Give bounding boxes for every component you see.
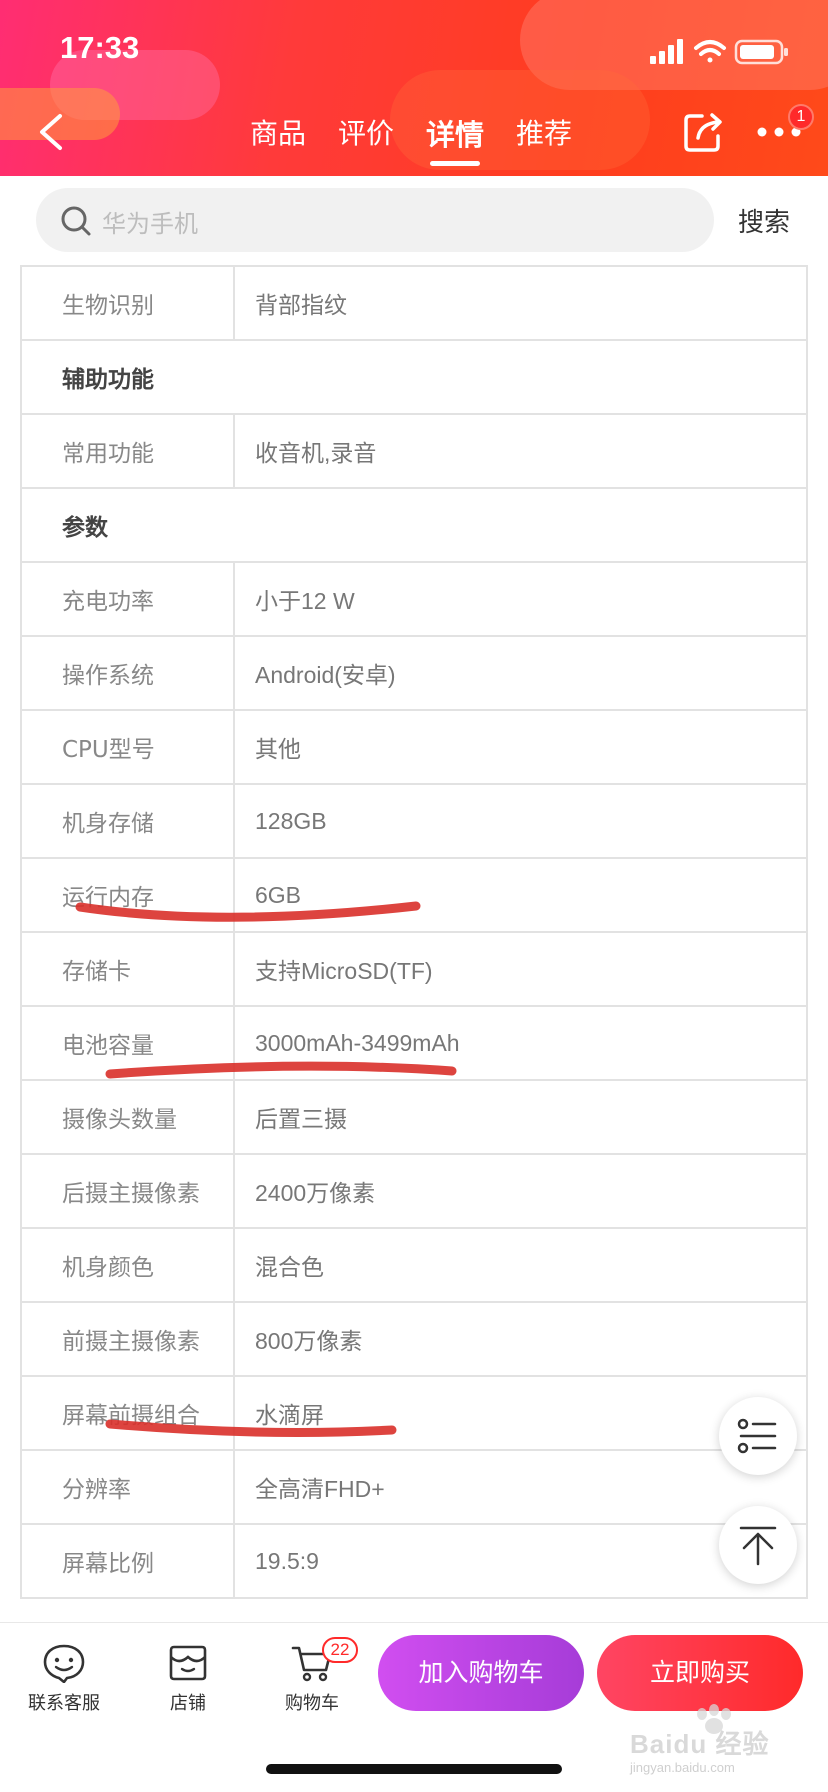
more-badge: 1 bbox=[788, 104, 814, 130]
section-header: 参数 bbox=[22, 489, 806, 563]
catalog-button[interactable] bbox=[719, 1397, 797, 1475]
spec-label: 屏幕比例 bbox=[22, 1525, 235, 1597]
status-time: 17:33 bbox=[60, 30, 140, 65]
spec-label: 运行内存 bbox=[22, 859, 235, 931]
spec-label: 常用功能 bbox=[22, 415, 235, 487]
spec-value: 6GB bbox=[255, 881, 302, 908]
spec-row: 生物识别 背部指纹 bbox=[22, 267, 806, 341]
section-header: 辅助功能 bbox=[22, 341, 806, 415]
search-button[interactable]: 搜索 bbox=[738, 202, 790, 239]
spec-label: 机身存储 bbox=[22, 785, 235, 857]
home-indicator bbox=[266, 1764, 562, 1774]
tab-recommend[interactable]: 推荐 bbox=[516, 112, 572, 164]
spec-value: 背部指纹 bbox=[255, 292, 347, 318]
spec-row: CPU型号 其他 bbox=[22, 711, 806, 785]
spec-value: 小于12 W bbox=[255, 588, 355, 614]
spec-value: 混合色 bbox=[255, 1254, 324, 1280]
add-to-cart-button[interactable]: 加入购物车 bbox=[378, 1635, 584, 1711]
tab-details[interactable]: 详情 bbox=[426, 112, 484, 166]
top-header: 17:33 商品 评价 详情 推荐 1 bbox=[0, 0, 828, 176]
tab-reviews[interactable]: 评价 bbox=[338, 112, 394, 164]
cart-count-badge: 22 bbox=[322, 1637, 358, 1663]
search-input[interactable]: 华为手机 bbox=[36, 188, 714, 252]
spec-value: Android(安卓) bbox=[255, 662, 396, 688]
spec-row: 后摄主摄像素 2400万像素 bbox=[22, 1155, 806, 1229]
spec-row: 操作系统 Android(安卓) bbox=[22, 637, 806, 711]
store-icon bbox=[169, 1645, 207, 1681]
spec-row: 充电功率 小于12 W bbox=[22, 563, 806, 637]
watermark-url: jingyan.baidu.com bbox=[630, 1760, 735, 1775]
share-button[interactable] bbox=[682, 110, 726, 154]
spec-row: 运行内存 6GB bbox=[22, 859, 806, 933]
cart-label: 购物车 bbox=[285, 1693, 339, 1714]
customer-service-label: 联系客服 bbox=[28, 1693, 100, 1714]
back-to-top-button[interactable] bbox=[719, 1506, 797, 1584]
spec-value: 其他 bbox=[255, 736, 301, 762]
store-label: 店铺 bbox=[170, 1693, 206, 1714]
spec-label: 屏幕前摄组合 bbox=[22, 1377, 235, 1449]
chat-bubble-icon bbox=[43, 1644, 85, 1683]
wifi-icon bbox=[694, 40, 726, 63]
spec-row: 常用功能 收音机,录音 bbox=[22, 415, 806, 489]
spec-row: 电池容量 3000mAh-3499mAh bbox=[22, 1007, 806, 1081]
spec-row: 屏幕前摄组合 水滴屏 bbox=[22, 1377, 806, 1451]
store-button[interactable]: 店铺 bbox=[128, 1643, 248, 1715]
customer-service-button[interactable]: 联系客服 bbox=[4, 1643, 124, 1715]
watermark-text: Baidu 经验 bbox=[630, 1729, 770, 1759]
spec-label: 电池容量 bbox=[22, 1007, 235, 1079]
buy-now-button[interactable]: 立即购买 bbox=[597, 1635, 803, 1711]
search-placeholder: 华为手机 bbox=[102, 210, 198, 238]
spec-label: 后摄主摄像素 bbox=[22, 1155, 235, 1227]
cellular-signal-icon bbox=[650, 39, 683, 64]
arrow-up-icon bbox=[739, 1526, 777, 1566]
spec-label: 操作系统 bbox=[22, 637, 235, 709]
spec-value: 800万像素 bbox=[255, 1328, 363, 1354]
spec-row: 机身存储 128GB bbox=[22, 785, 806, 859]
share-icon bbox=[684, 113, 722, 152]
status-icons bbox=[648, 36, 798, 66]
cart-button[interactable]: 22 购物车 bbox=[252, 1637, 372, 1715]
spec-label: 摄像头数量 bbox=[22, 1081, 235, 1153]
spec-table: 生物识别 背部指纹 辅助功能 常用功能 收音机,录音 参数 充电功率 小于12 … bbox=[20, 265, 808, 1599]
spec-label: CPU型号 bbox=[22, 711, 235, 783]
tab-product[interactable]: 商品 bbox=[250, 112, 306, 164]
spec-row: 摄像头数量 后置三摄 bbox=[22, 1081, 806, 1155]
spec-row: 存储卡 支持MicroSD(TF) bbox=[22, 933, 806, 1007]
spec-value: 后置三摄 bbox=[255, 1106, 347, 1132]
spec-value: 支持MicroSD(TF) bbox=[255, 958, 433, 984]
chevron-left-icon bbox=[40, 114, 62, 150]
spec-row: 机身颜色 混合色 bbox=[22, 1229, 806, 1303]
battery-icon bbox=[734, 39, 788, 65]
spec-row: 前摄主摄像素 800万像素 bbox=[22, 1303, 806, 1377]
spec-value: 128GB bbox=[255, 807, 327, 834]
search-bar: 华为手机 搜索 bbox=[0, 176, 828, 266]
spec-label: 前摄主摄像素 bbox=[22, 1303, 235, 1375]
spec-value: 2400万像素 bbox=[255, 1180, 376, 1206]
back-button[interactable] bbox=[30, 108, 74, 156]
spec-value: 3000mAh-3499mAh bbox=[255, 1029, 460, 1056]
spec-row: 分辨率 全高清FHD+ bbox=[22, 1451, 806, 1525]
spec-row: 屏幕比例 19.5:9 bbox=[22, 1525, 806, 1599]
spec-label: 充电功率 bbox=[22, 563, 235, 635]
spec-label: 分辨率 bbox=[22, 1451, 235, 1523]
spec-label: 机身颜色 bbox=[22, 1229, 235, 1301]
spec-label: 生物识别 bbox=[22, 267, 235, 339]
search-icon bbox=[61, 206, 91, 236]
nav-tabs: 商品 评价 详情 推荐 bbox=[250, 112, 572, 166]
spec-label: 存储卡 bbox=[22, 933, 235, 1005]
list-icon bbox=[737, 1418, 777, 1454]
spec-value: 收音机,录音 bbox=[255, 440, 377, 466]
